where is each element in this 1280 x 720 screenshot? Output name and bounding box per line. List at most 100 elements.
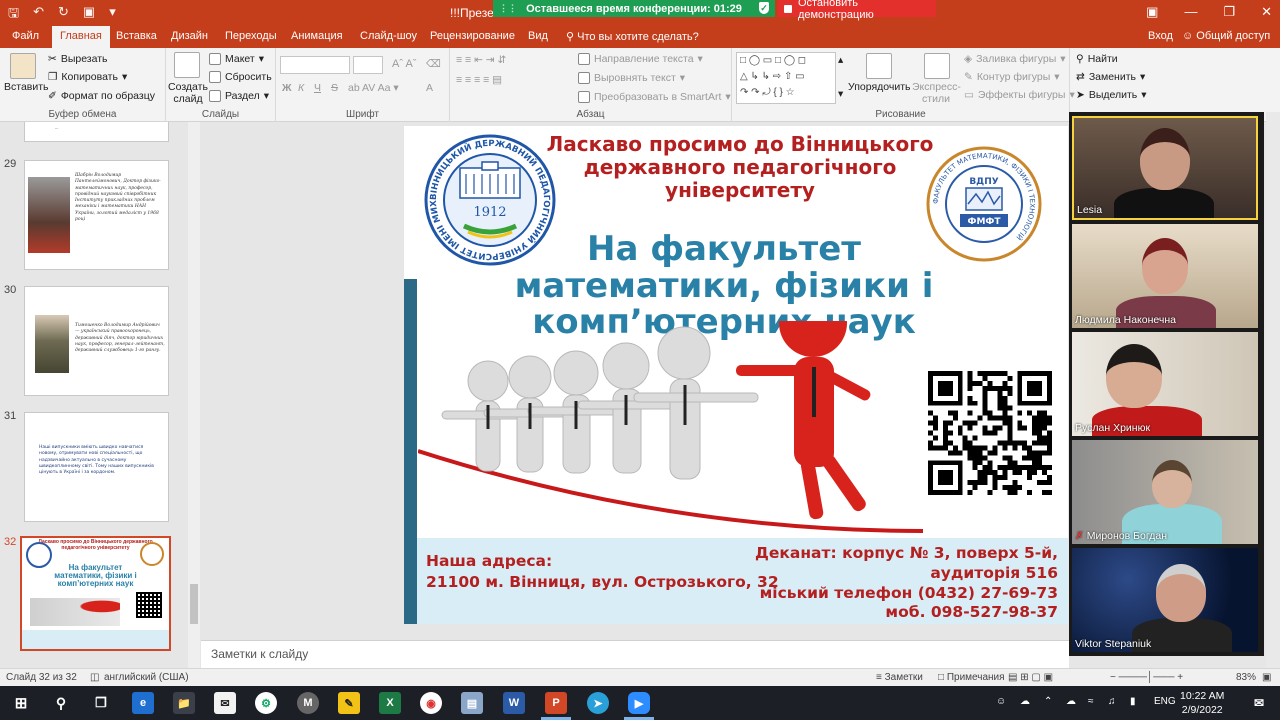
fit-slide-icon[interactable]: ▣ <box>1262 672 1271 683</box>
quick-styles-button[interactable]: Экспресс-стили <box>912 81 961 105</box>
bold-button[interactable]: Ж <box>282 82 292 94</box>
sign-in-link[interactable]: Вход <box>1148 30 1173 42</box>
italic-button[interactable]: К <box>298 82 304 94</box>
word-icon[interactable]: W <box>503 692 525 714</box>
underline-button[interactable]: Ч <box>314 82 321 94</box>
tab-view[interactable]: Вид <box>528 30 548 42</box>
onedrive-icon[interactable]: ☁ <box>1066 696 1076 707</box>
edge-icon[interactable]: e <box>132 692 154 714</box>
wifi-icon[interactable]: ≈ <box>1088 696 1094 707</box>
tab-transitions[interactable]: Переходы <box>225 30 277 42</box>
shapes-more-icon[interactable]: ▾ <box>838 88 843 100</box>
shape-effects-button[interactable]: ▭ Эффекты фигуры ▾ <box>964 89 1075 101</box>
zoom-slider[interactable]: − ────│─── + <box>1110 672 1183 683</box>
zoom-level[interactable]: 83% <box>1236 672 1256 683</box>
slide-thumbnail-31[interactable]: Наші випускники вміють швидко навчатися … <box>24 412 169 522</box>
align-text-button[interactable]: Выровнять текст ▾ <box>578 72 685 84</box>
shapes-row-3[interactable]: ↷ ↷ ⤾ { } ☆ <box>740 87 795 98</box>
comments-toggle[interactable]: □ Примечания <box>938 672 1005 683</box>
font-color-icon[interactable]: A <box>426 82 433 94</box>
align-icons[interactable]: ≡ ≡ ≡ ≡ ▤ <box>456 74 502 86</box>
reset-button[interactable]: Сбросить <box>209 71 272 83</box>
stop-demo-button[interactable]: Остановить демонстрацию <box>778 0 936 21</box>
tab-insert[interactable]: Вставка <box>116 30 157 42</box>
task-view-icon[interactable]: ❐ <box>90 692 112 714</box>
tab-home[interactable]: Главная <box>52 26 110 48</box>
spellcheck-icon[interactable]: ◫ <box>90 672 99 683</box>
arrange-icon[interactable] <box>866 53 892 79</box>
strike-button[interactable]: S <box>331 82 338 94</box>
settings-app-icon[interactable]: ⚙ <box>255 692 277 714</box>
find-button[interactable]: ⚲ Найти <box>1076 53 1118 65</box>
participant-tile[interactable]: Lesia <box>1072 116 1258 220</box>
tab-animation[interactable]: Анимация <box>291 30 343 42</box>
slide-thumbnail-28[interactable]: ... <box>24 122 169 142</box>
clock[interactable]: 10:22 AM 2/9/2022 <box>1180 689 1224 717</box>
slide-thumbnail-30[interactable]: Тимошенко Володимир Андрійович — українс… <box>24 286 169 396</box>
tab-design[interactable]: Дизайн <box>171 30 208 42</box>
people-icon[interactable]: ☺ <box>996 696 1006 707</box>
smartart-button[interactable]: Преобразовать в SmartArt ▾ <box>578 91 731 103</box>
close-icon[interactable]: ✕ <box>1261 4 1272 20</box>
thumbnails-scrollbar[interactable] <box>188 122 200 668</box>
shape-outline-button[interactable]: ✎ Контур фигуры ▾ <box>964 71 1060 83</box>
scrollbar-thumb[interactable] <box>190 584 198 624</box>
undo-icon[interactable]: ↶ <box>33 4 44 26</box>
tray-expand-icon[interactable]: ⌃ <box>1044 696 1052 707</box>
save-icon[interactable]: 🖫 <box>8 4 19 26</box>
font-name-combo[interactable] <box>280 56 350 74</box>
telegram-icon[interactable]: ➤ <box>587 692 609 714</box>
section-button[interactable]: Раздел ▾ <box>209 90 269 102</box>
list-icons[interactable]: ≡ ≡ ⇤ ⇥ ⇵ <box>456 54 506 66</box>
participant-tile[interactable]: Руслан Хринюк <box>1072 332 1258 436</box>
mail-icon[interactable]: ✉ <box>214 692 236 714</box>
cut-button[interactable]: ✂ Вырезать <box>48 53 108 65</box>
notes-toggle[interactable]: ≡ Заметки <box>876 672 923 683</box>
file-explorer-icon[interactable]: 📁 <box>173 692 195 714</box>
shapes-row-2[interactable]: △ ↳ ↳ ⇨ ⇧ ▭ <box>740 71 805 82</box>
slideshow-icon[interactable]: ▣ <box>83 4 95 26</box>
customize-icon[interactable]: ▾ <box>109 4 116 26</box>
participant-tile[interactable]: ✗ Миронов Богдан <box>1072 440 1258 544</box>
search-icon[interactable]: ⚲ <box>50 692 72 714</box>
replace-button[interactable]: ⇄ Заменить ▾ <box>1076 71 1145 83</box>
shapes-scroll-icon[interactable]: ▴ <box>838 54 843 66</box>
copy-button[interactable]: ❐ Копировать ▾ <box>48 71 127 83</box>
drag-grip-icon[interactable]: ⋮⋮ <box>499 3 517 14</box>
app-m-icon[interactable]: M <box>297 692 319 714</box>
char-spacing-icon[interactable]: ab AV Aa ▾ <box>348 82 399 94</box>
excel-icon[interactable]: X <box>379 692 401 714</box>
paste-icon[interactable] <box>10 53 36 79</box>
arrange-button[interactable]: Упорядочить <box>848 81 910 93</box>
volume-icon[interactable]: ♫ <box>1108 696 1116 707</box>
grow-font-icon[interactable]: Aˆ Aˇ <box>392 58 416 70</box>
powerpoint-icon[interactable]: P <box>545 692 567 714</box>
windows-start-icon[interactable]: ⊞ <box>10 692 32 714</box>
new-slide-button[interactable]: Создать слайд <box>168 81 208 105</box>
quick-styles-icon[interactable] <box>924 53 950 79</box>
keyboard-language[interactable]: ENG <box>1154 696 1176 707</box>
notes-pane[interactable]: Заметки к слайду <box>201 640 1069 668</box>
minimize-icon[interactable]: — <box>1184 4 1197 20</box>
redo-icon[interactable]: ↻ <box>58 4 69 26</box>
shapes-row-1[interactable]: □ ◯ ▭ □ ◯ ◻ <box>740 55 806 66</box>
cloud-icon[interactable]: ☁ <box>1020 696 1030 707</box>
battery-icon[interactable]: ▮ <box>1130 696 1136 707</box>
photos-icon[interactable]: ▤ <box>461 692 483 714</box>
tab-review[interactable]: Рецензирование <box>430 30 515 42</box>
tab-slideshow[interactable]: Слайд-шоу <box>360 30 417 42</box>
ribbon-display-icon[interactable]: ▣ <box>1146 4 1158 20</box>
tell-me-search[interactable]: ⚲ Что вы хотите сделать? <box>566 30 699 43</box>
share-button[interactable]: ☺ Общий доступ <box>1182 30 1270 42</box>
select-button[interactable]: ➤ Выделить ▾ <box>1076 89 1147 101</box>
participant-tile[interactable]: Viktor Stepaniuk <box>1072 548 1258 652</box>
slide-thumbnail-32[interactable]: Ласкаво просимо до Вінницького державног… <box>20 536 171 651</box>
font-size-combo[interactable] <box>353 56 383 74</box>
clear-format-icon[interactable]: ⌫ <box>426 58 441 70</box>
current-slide[interactable]: ВІННИЦЬКИЙ ДЕРЖАВНИЙ ПЕДАГОГІЧНИЙ УНІВЕР… <box>404 126 1068 624</box>
shape-fill-button[interactable]: ◈ Заливка фигуры ▾ <box>964 53 1066 65</box>
tab-file[interactable]: Файл <box>12 30 39 42</box>
view-buttons[interactable]: ▤ ⊞ ▢ ▣ <box>1008 672 1053 683</box>
participant-tile[interactable]: Людмила Наконечна <box>1072 224 1258 328</box>
paste-button[interactable]: Вставить <box>4 81 49 93</box>
